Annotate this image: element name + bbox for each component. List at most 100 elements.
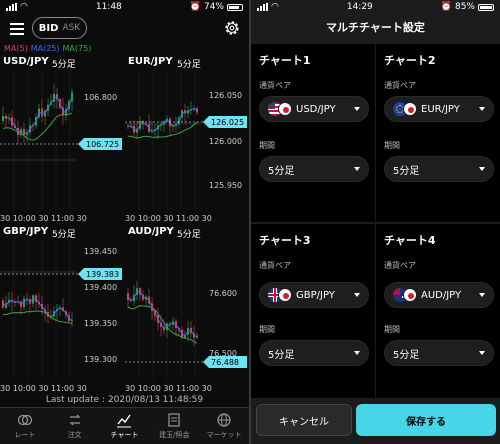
wifi-icon: ◠ [271, 2, 279, 12]
tab-label: チャート [110, 431, 139, 439]
tab-chart[interactable]: チャート [100, 408, 150, 444]
chart-gbp-jpy[interactable]: 139.450 139.400 139.350 139.300 139.383 GBP/… [0, 226, 124, 396]
pair-value: GBP/JPY [296, 289, 335, 301]
period-value: 5分足 [268, 165, 295, 177]
pair-value: AUD/JPY [421, 289, 462, 301]
axis-tick-label: 125.950 [209, 181, 242, 190]
multi-chart-grid: MA(5) MA(25) MA(75) 106.800106.700106.72… [0, 44, 249, 393]
battery-icon [227, 3, 243, 11]
pair-label: 通貨ペア [259, 261, 291, 270]
pair-select[interactable]: AUD/JPY [384, 282, 494, 308]
pair-select[interactable]: USD/JPY [259, 96, 369, 122]
chart-usd-jpy[interactable]: 106.800106.700106.725 USD/JPY 5分足 30 10:… [0, 56, 124, 226]
period-select[interactable]: 5分足 [259, 340, 369, 366]
ma25-label: MA(25) [30, 44, 60, 53]
bid-ask-toggle[interactable]: BID ASK [32, 17, 87, 39]
pair-label: 通貨ペア [259, 81, 291, 90]
page-title: マルチチャート設定 [326, 21, 425, 34]
chart-timeframe-label: 5分足 [177, 230, 201, 240]
period-label: 期間 [259, 325, 275, 334]
menu-icon[interactable] [10, 23, 24, 35]
signal-icon [6, 3, 17, 11]
tab-rate[interactable]: レート [0, 408, 50, 444]
panel-title: チャート2 [384, 54, 436, 67]
period-value: 5分足 [393, 349, 420, 361]
ma5-label: MA(5) [4, 44, 28, 53]
caret-down-icon [479, 107, 485, 111]
ma-legend: MA(5) MA(25) MA(75) [4, 44, 91, 53]
chart-timeframe-label: 5分足 [52, 60, 76, 70]
order-icon [69, 414, 81, 426]
bid-option[interactable]: BID [39, 23, 59, 34]
last-update: Last update : 2020/08/13 11:48:59 [45, 395, 204, 405]
period-value: 5分足 [268, 349, 295, 361]
pair-select[interactable]: EUR/JPY [384, 96, 494, 122]
chart-timeframe-label: 5分足 [177, 60, 201, 70]
chart-timeline: 30 10:00 30 11:00 30 [125, 214, 212, 223]
alarm-icon: ⏰ [189, 2, 201, 12]
tab-label: レート [14, 431, 36, 439]
pair-label: 通貨ペア [384, 81, 416, 90]
chart-timeline: 30 10:00 30 11:00 30 [0, 214, 87, 223]
rate-icon [17, 414, 32, 426]
period-label: 期間 [259, 141, 275, 150]
chart1-settings: チャート1 通貨ペア USD/JPY 期間 5分足 [251, 44, 375, 222]
pair-value: EUR/JPY [421, 103, 460, 115]
ma75-line [127, 122, 198, 139]
market-icon [217, 413, 231, 427]
status-time: 14:29 [346, 2, 373, 12]
ma75-label: MA(75) [62, 44, 92, 53]
ma25-line [2, 297, 73, 322]
tab-label: 建玉/照会 [159, 431, 190, 439]
chart2-settings: チャート2 通貨ペア EUR/JPY 期間 5分足 [376, 44, 500, 222]
chart-eur-jpy[interactable]: 126.050 126.000 125.950 126.025 EUR/JPY 5分足… [125, 56, 249, 226]
multi-chart-settings-screen: ◠ 14:29 ⏰ 85% マルチチャート設定 チャート1 通貨ペア USD/J… [251, 0, 500, 444]
caret-down-icon [354, 107, 360, 111]
chart-timeline: 30 10:00 30 11:00 30 [0, 384, 87, 393]
axis-tick-label: 126.050 [209, 91, 242, 100]
caret-down-icon [479, 351, 485, 355]
chart-screen: ◠ 11:48 ⏰ 74% BID ASK MA(5) MA(25) MA(75… [0, 0, 249, 444]
au-jp-flag-icon [393, 288, 417, 302]
tab-order[interactable]: 注文 [50, 408, 100, 444]
period-label: 期間 [384, 141, 400, 150]
chart-aud-jpy[interactable]: 76.600 76.500 76.488 AUD/JPY 5分足 30 10:00 … [125, 226, 249, 396]
period-value: 5分足 [393, 165, 420, 177]
period-select[interactable]: 5分足 [259, 156, 369, 182]
axis-tick-label: 106.800 [84, 93, 117, 102]
chart-pair-label: USD/JPY [3, 56, 49, 67]
axis-tick-label: 76.600 [209, 289, 237, 298]
wifi-icon: ◠ [20, 2, 28, 12]
period-label: 期間 [384, 325, 400, 334]
cancel-button[interactable]: キャンセル [256, 404, 352, 436]
ma75-line [2, 310, 73, 324]
axis-tick-label: 139.350 [84, 319, 117, 328]
axis-tick-label: 139.300 [84, 355, 117, 364]
period-select[interactable]: 5分足 [384, 156, 494, 182]
gear-icon[interactable] [223, 19, 241, 37]
period-select[interactable]: 5分足 [384, 340, 494, 366]
eu-jp-flag-icon [393, 102, 417, 116]
tab-label: 注文 [67, 431, 82, 439]
chart-timeline: 30 10:00 30 11:00 30 [125, 384, 212, 393]
pair-label: 通貨ペア [384, 261, 416, 270]
chart-header: BID ASK [0, 14, 249, 44]
caret-down-icon [354, 293, 360, 297]
tab-positions[interactable]: 建玉/照会 [149, 408, 199, 444]
tab-market[interactable]: マーケット [199, 408, 249, 444]
axis-tick-label: 139.400 [84, 283, 117, 292]
axis-tick-label: 139.450 [84, 247, 117, 256]
pair-select[interactable]: GBP/JPY [259, 282, 369, 308]
pair-value: USD/JPY [296, 103, 336, 115]
ma75-line [127, 305, 198, 344]
status-bar: ◠ 14:29 ⏰ 85% [251, 0, 500, 14]
battery-percent: 85% [454, 2, 475, 12]
chart-pair-label: GBP/JPY [3, 226, 49, 237]
action-bar: キャンセル 保存する [251, 398, 500, 444]
current-price-label: 106.725 [86, 140, 119, 149]
ask-option[interactable]: ASK [62, 23, 80, 33]
current-price-label: 139.383 [86, 270, 119, 279]
positions-icon [168, 413, 180, 427]
save-button[interactable]: 保存する [356, 404, 496, 436]
chart-timeframe-label: 5分足 [52, 230, 76, 240]
